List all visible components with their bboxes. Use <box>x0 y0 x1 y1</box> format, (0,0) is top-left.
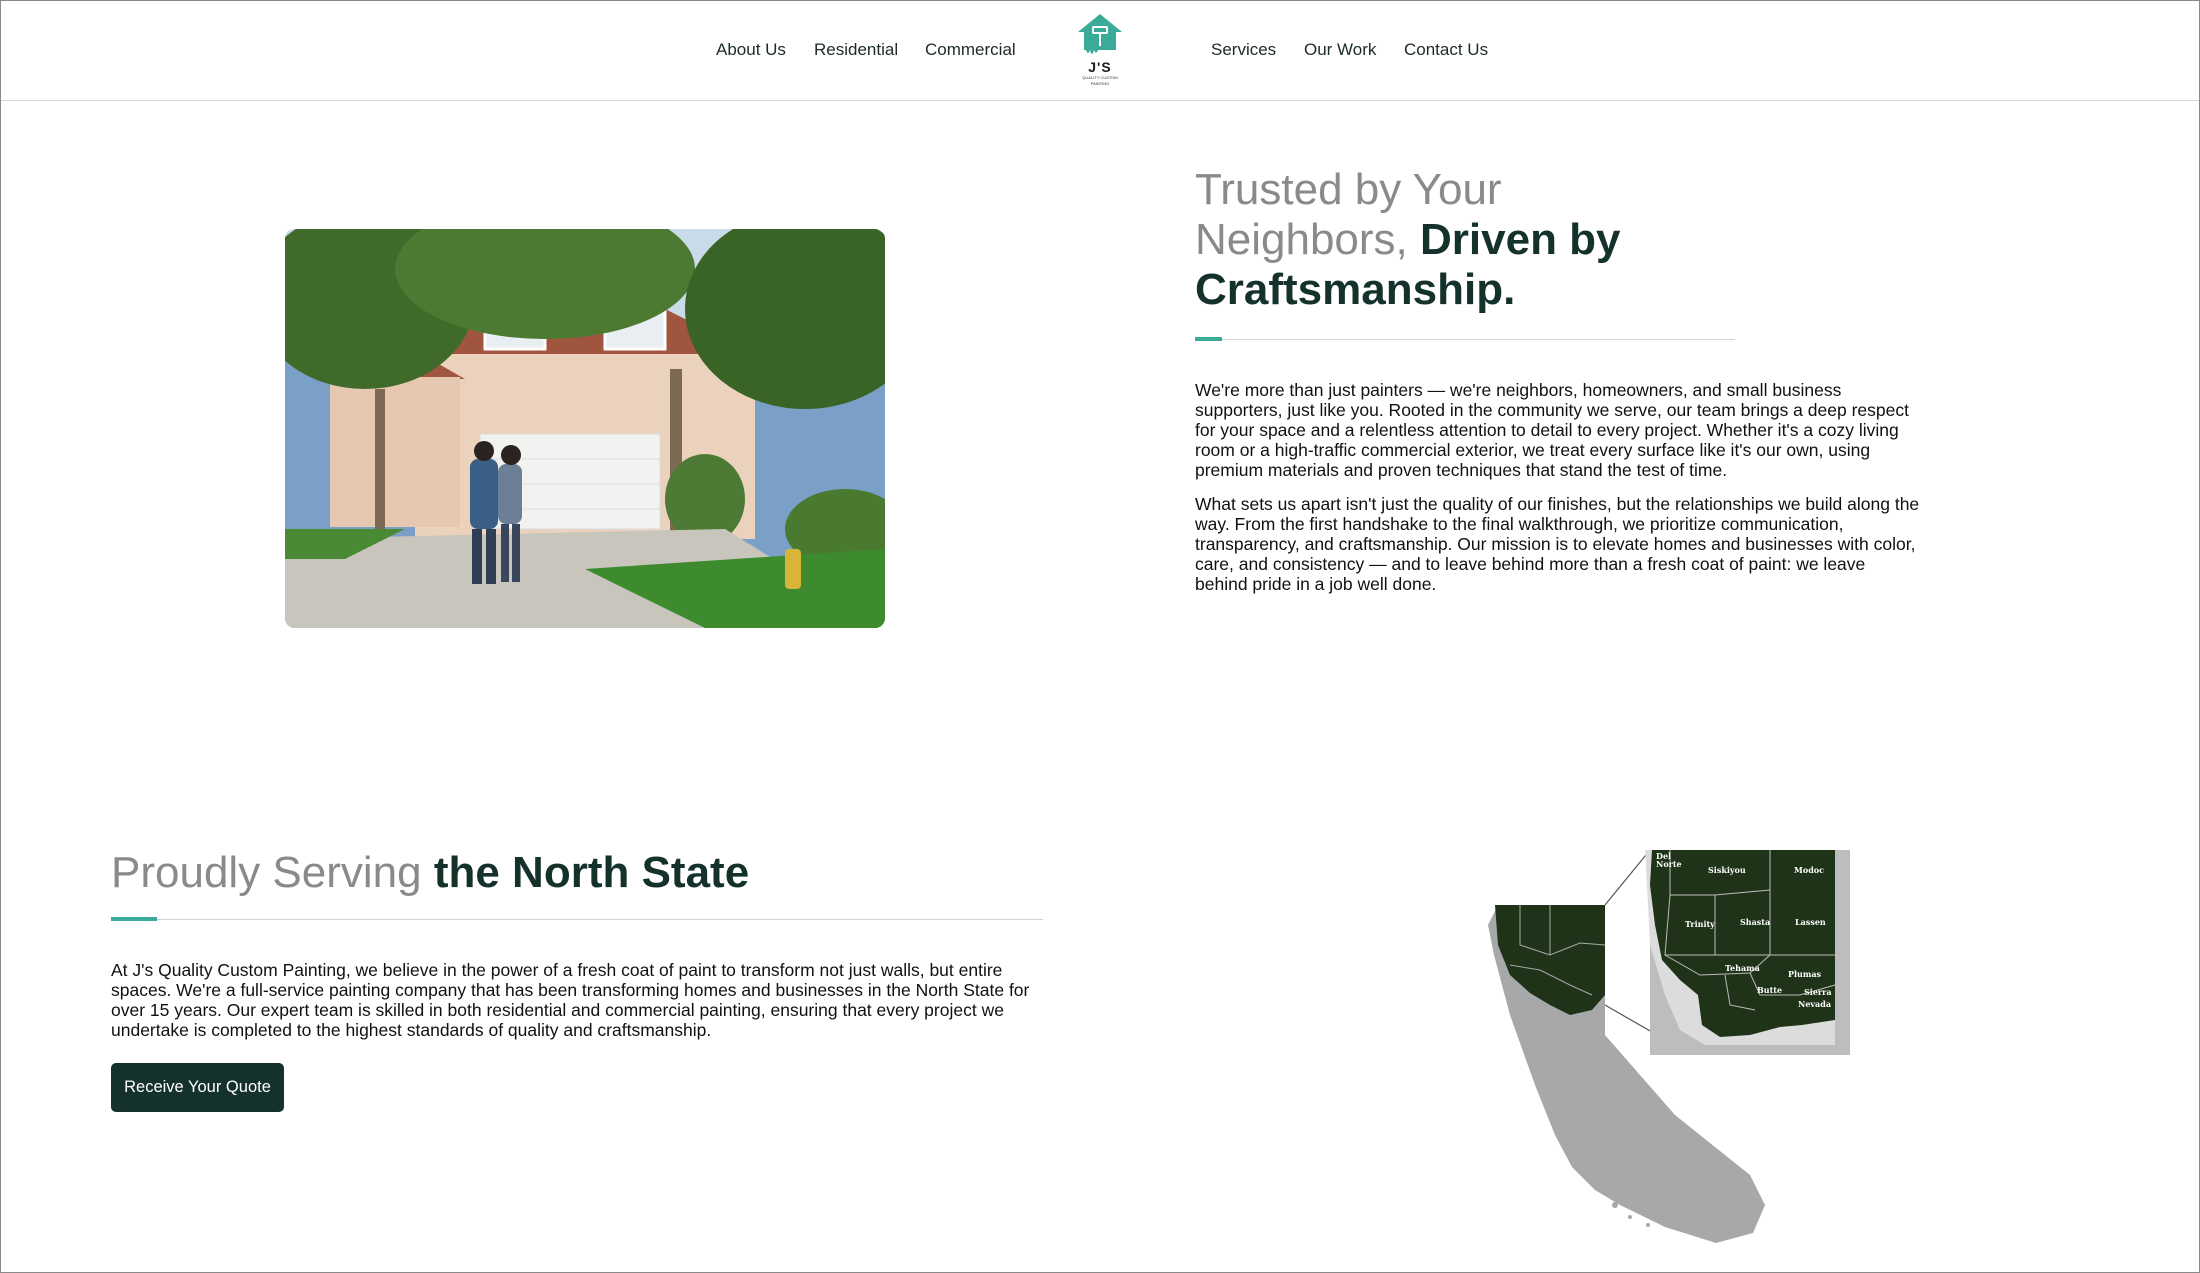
nav-residential[interactable]: Residential <box>814 40 898 60</box>
logo-line-2: PAINTING <box>1090 81 1110 86</box>
trusted-divider <box>1195 339 1735 340</box>
county-shasta: Shasta <box>1740 917 1770 927</box>
north-state-map: Del Norte Siskiyou Modoc Trinity Shasta … <box>1480 845 1850 1250</box>
trusted-paragraph-1: We're more than just painters — we're ne… <box>1195 380 1909 480</box>
serving-divider <box>111 919 1043 920</box>
county-del-norte-b: Norte <box>1656 859 1682 869</box>
trusted-divider-accent <box>1195 337 1222 341</box>
nav-contact-us[interactable]: Contact Us <box>1404 40 1488 60</box>
trusted-paragraph-2: What sets us apart isn't just the qualit… <box>1195 494 1920 594</box>
logo-line-1: QUALITY CUSTOM <box>1082 75 1118 80</box>
serving-heading: Proudly Serving the North State <box>111 846 749 900</box>
county-plumas: Plumas <box>1788 969 1822 979</box>
serving-divider-accent <box>111 917 157 921</box>
county-butte: Butte <box>1757 985 1782 995</box>
window-frame <box>0 0 2200 1273</box>
serving-heading-bold: the North State <box>433 848 750 897</box>
receive-quote-button[interactable]: Receive Your Quote <box>111 1063 284 1112</box>
nav-commercial[interactable]: Commercial <box>925 40 1016 60</box>
county-modoc: Modoc <box>1794 865 1824 875</box>
serving-heading-light: Proudly Serving <box>111 848 434 897</box>
company-logo[interactable]: J'S QUALITY CUSTOM PAINTING <box>1072 12 1128 88</box>
county-siskiyou: Siskiyou <box>1708 865 1746 875</box>
site-header: About Us Residential Commercial J'S QUAL… <box>0 0 2200 101</box>
nav-services[interactable]: Services <box>1211 40 1276 60</box>
nav-our-work[interactable]: Our Work <box>1304 40 1376 60</box>
county-lassen: Lassen <box>1795 917 1826 927</box>
serving-paragraph: At J's Quality Custom Painting, we belie… <box>111 960 1030 1040</box>
county-tehama: Tehama <box>1725 963 1760 973</box>
county-trinity: Trinity <box>1685 919 1715 929</box>
couple-house-photo <box>285 229 885 628</box>
county-nevada: Nevada <box>1798 999 1831 1009</box>
nav-about-us[interactable]: About Us <box>716 40 786 60</box>
logo-initials: J'S <box>1088 59 1112 75</box>
county-sierra: Sierra <box>1804 987 1832 997</box>
house-paint-roller-icon <box>1078 14 1122 54</box>
trusted-heading: Trusted by Your Neighbors, Driven by Cra… <box>1195 165 1715 315</box>
